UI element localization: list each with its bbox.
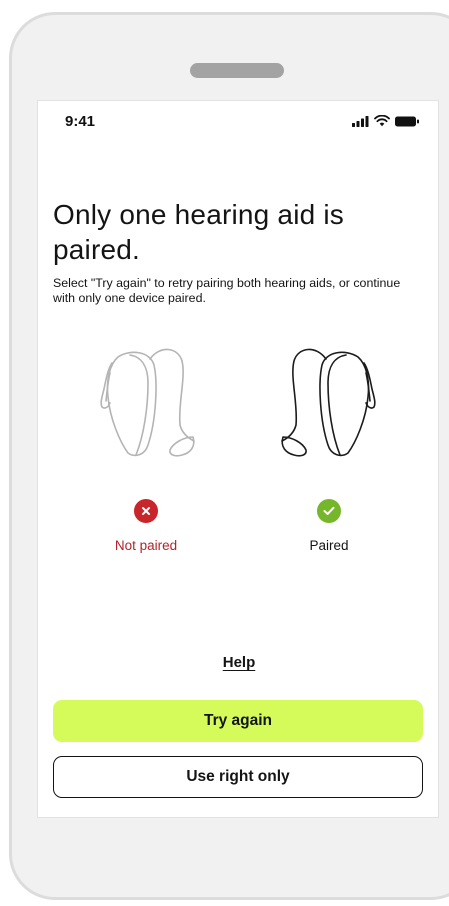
right-hearing-aid-illustration — [281, 348, 376, 457]
right-status-label: Paired — [309, 538, 349, 553]
try-again-button[interactable]: Try again — [53, 700, 423, 742]
use-right-only-button[interactable]: Use right only — [53, 756, 423, 798]
status-time: 9:41 — [65, 113, 96, 130]
error-x-icon — [134, 499, 158, 523]
app-stage: 9:41 Only one hearing aid is paired. Sel… — [0, 0, 449, 906]
help-link[interactable]: Help — [38, 654, 440, 671]
left-status-label: Not paired — [114, 538, 178, 553]
left-hearing-aid-illustration — [100, 348, 195, 457]
phone-speaker — [190, 63, 284, 78]
signal-icon — [352, 115, 369, 127]
app-screen: 9:41 Only one hearing aid is paired. Sel… — [37, 100, 439, 818]
check-icon — [317, 499, 341, 523]
battery-icon — [395, 116, 419, 126]
status-icons — [352, 115, 420, 127]
wifi-icon — [374, 115, 390, 127]
page-title: Only one hearing aid is paired. — [53, 199, 344, 265]
page-description: Select "Try again" to retry pairing both… — [53, 276, 401, 305]
